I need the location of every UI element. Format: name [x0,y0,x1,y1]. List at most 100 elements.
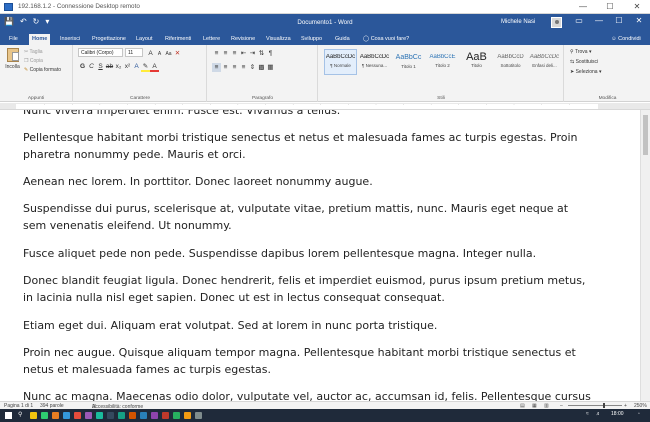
align-center-icon[interactable]: ≡ [221,63,230,72]
avatar[interactable] [551,17,562,28]
shading-icon[interactable]: ▩ [257,62,266,71]
bullets-icon[interactable]: ≡ [212,49,221,58]
superscript-icon[interactable]: x² [123,62,132,71]
taskbar-app-icon[interactable] [118,412,125,419]
zoom-slider[interactable] [568,405,622,406]
start-button-icon[interactable] [5,412,12,419]
bold-icon[interactable]: G [78,62,87,71]
taskbar-app-icon[interactable] [195,412,202,419]
paragraph[interactable]: Nunc ac magna. Maecenas odio dolor, vulp… [23,388,593,401]
copy-button[interactable]: ❐ Copia [24,58,43,64]
format-painter-button[interactable]: ✎ Copia formato [24,67,61,73]
font-color-icon[interactable]: A [150,63,159,72]
taskbar-app-icon[interactable] [41,412,48,419]
taskbar-app-icon[interactable] [63,412,70,419]
taskbar-app-icon[interactable] [184,412,191,419]
taskbar-app-icon[interactable] [162,412,169,419]
tab-references[interactable]: Riferimenti [162,34,194,45]
style-subtitle[interactable]: AaBbCcD Sottotitolo [494,49,527,75]
paragraph[interactable]: Etiam eget dui. Aliquam erat volutpat. S… [23,317,593,334]
network-icon[interactable]: ≈ [586,411,589,417]
tab-home[interactable]: Home [29,34,51,45]
align-left-icon[interactable]: ≡ [212,62,221,72]
paragraph[interactable]: Donec blandit feugiat ligula. Donec hend… [23,272,593,306]
tab-layout[interactable]: Layout [133,34,156,45]
select-button[interactable]: ➤ Seleziona ▾ [570,69,601,75]
paragraph[interactable]: Pellentesque habitant morbi tristique se… [23,129,593,163]
italic-icon[interactable]: C [87,62,96,71]
tab-help[interactable]: Guida [332,34,353,45]
user-name[interactable]: Michele Nasi [501,19,535,25]
taskbar-app-icon[interactable] [140,412,147,419]
highlight-icon[interactable]: ✎ [141,63,150,72]
line-spacing-icon[interactable]: ⇕ [248,62,257,71]
tab-file[interactable]: File [6,34,21,45]
tab-design[interactable]: Progettazione [89,34,129,45]
tab-view[interactable]: Visualizza [263,34,294,45]
style-heading-2[interactable]: AaBbCcE Titolo 2 [426,49,459,75]
rdp-minimize-button[interactable]: — [570,0,596,13]
paragraph[interactable]: Aenean nec lorem. In porttitor. Donec la… [23,173,593,190]
cut-button[interactable]: ✂ Taglia [24,49,43,55]
paragraph[interactable]: Suspendisse dui purus, scelerisque at, v… [23,200,593,234]
tab-developer[interactable]: Sviluppo [298,34,325,45]
volume-icon[interactable]: ♬ [596,411,601,417]
style-subtle-emphasis[interactable]: AaBbCcDc Enfasi deli... [528,49,561,75]
clock[interactable]: 18:00 [611,411,624,417]
style-heading-1[interactable]: AaBbCc Titolo 1 [392,49,425,75]
paste-button[interactable]: Incolla [4,48,21,70]
increase-indent-icon[interactable]: ⇥ [248,48,257,57]
vertical-scrollbar[interactable] [640,110,650,401]
paragraph[interactable]: Fusce aliquet pede non pede. Suspendisse… [23,245,593,262]
change-case-icon[interactable]: Aa [164,49,173,58]
notifications-icon[interactable]: ▫ [638,411,640,417]
taskbar-app-icon[interactable] [74,412,81,419]
multilevel-list-icon[interactable]: ≡ [230,49,239,58]
clear-formatting-icon[interactable]: ✕ [173,48,182,57]
ribbon-display-options-button[interactable]: ▭ [570,16,588,25]
show-marks-icon[interactable]: ¶ [266,49,275,58]
strikethrough-icon[interactable]: ab [105,62,114,71]
taskbar-app-icon[interactable] [173,412,180,419]
subscript-icon[interactable]: x₂ [114,62,123,71]
taskbar-app-icon[interactable] [151,412,158,419]
tab-insert[interactable]: Inserisci [57,34,83,45]
share-button[interactable]: ☺ Condividi [608,34,644,45]
taskbar-app-icon[interactable] [85,412,92,419]
decrease-indent-icon[interactable]: ⇤ [239,48,248,57]
taskbar-app-icon[interactable] [107,412,114,419]
close-button[interactable]: ✕ [630,16,648,25]
rdp-close-button[interactable]: ✕ [624,0,650,13]
font-family-select[interactable]: Calibri (Corpo) [78,48,123,57]
taskbar-app-icon[interactable] [129,412,136,419]
replace-button[interactable]: ⇆ Sostituisci [570,59,598,65]
style-normal[interactable]: AaBbCcDc ¶ Normale [324,49,357,75]
align-right-icon[interactable]: ≡ [230,63,239,72]
grow-font-icon[interactable]: A [146,49,155,58]
taskbar-app-icon[interactable] [30,412,37,419]
horizontal-ruler[interactable]: · · · · · · · · · · · · · · · · · · · · [0,103,650,110]
numbering-icon[interactable]: ≡ [221,49,230,58]
text-effects-icon[interactable]: A [132,62,141,71]
paragraph[interactable]: Nunc viverra imperdiet enim. Fusce est. … [23,110,593,119]
tab-review[interactable]: Revisione [228,34,258,45]
zoom-slider-thumb[interactable] [603,403,605,408]
shrink-font-icon[interactable]: A [155,49,164,58]
maximize-button[interactable]: ☐ [610,16,628,25]
underline-icon[interactable]: S [96,62,105,71]
style-title[interactable]: AaB Titolo [460,49,493,75]
search-icon[interactable]: ⚲ [18,411,22,418]
tell-me-box[interactable]: ◯ Cosa vuoi fare? [360,34,412,45]
paragraph[interactable]: Proin nec augue. Quisque aliquam tempor … [23,344,593,378]
font-size-select[interactable]: 11 [125,48,143,57]
tab-mailings[interactable]: Lettere [200,34,223,45]
sort-icon[interactable]: ⇅ [257,48,266,57]
find-button[interactable]: ⚲ Trova ▾ [570,49,592,55]
taskbar-app-icon[interactable] [96,412,103,419]
taskbar-app-icon[interactable] [52,412,59,419]
style-no-spacing[interactable]: AaBbCcDc ¶ Nessuna... [358,49,391,75]
document-page[interactable]: Nunc viverra imperdiet enim. Fusce est. … [0,110,640,401]
minimize-button[interactable]: — [590,16,608,25]
rdp-maximize-button[interactable]: ☐ [597,0,623,13]
borders-icon[interactable]: ▦ [266,62,275,71]
